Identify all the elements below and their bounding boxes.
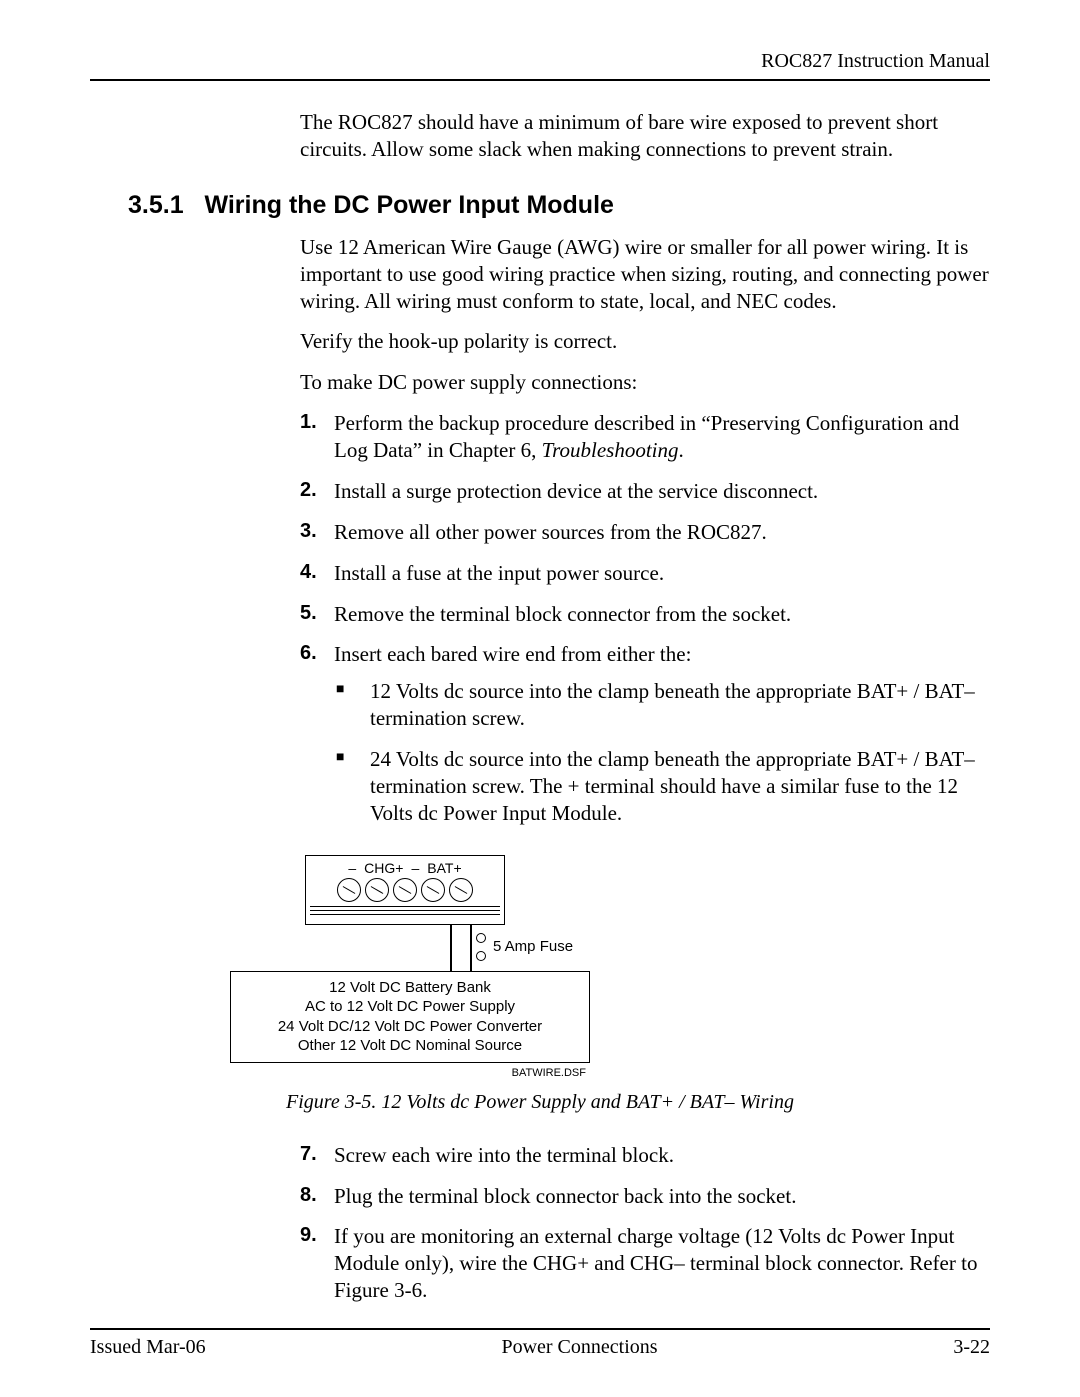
step-9: 9. If you are monitoring an external cha… <box>300 1223 990 1304</box>
footer-section: Power Connections <box>501 1336 657 1359</box>
sub-bullet-1: ■ 12 Volts dc source into the clamp bene… <box>334 678 990 732</box>
step-number: 3. <box>300 519 334 546</box>
power-source-box: 12 Volt DC Battery Bank AC to 12 Volt DC… <box>230 971 590 1063</box>
footer-issued: Issued Mar-06 <box>90 1336 206 1359</box>
step-text: Remove the terminal block connector from… <box>334 601 990 628</box>
terminal-label: BAT+ <box>427 860 461 876</box>
step-text: Install a fuse at the input power source… <box>334 560 990 587</box>
figure-caption: Figure 3-5. 12 Volts dc Power Supply and… <box>90 1091 990 1114</box>
step-7: 7. Screw each wire into the terminal blo… <box>300 1142 990 1169</box>
terminal-label: CHG+ <box>364 860 403 876</box>
section-p3: To make DC power supply connections: <box>300 369 990 396</box>
section-title: Wiring the DC Power Input Module <box>204 191 613 219</box>
screw-icon <box>393 878 417 902</box>
step-4: 4. Install a fuse at the input power sou… <box>300 560 990 587</box>
step-text: Screw each wire into the terminal block. <box>334 1142 990 1169</box>
sub-bullet-2: ■ 24 Volts dc source into the clamp bene… <box>334 746 990 827</box>
section-heading: 3.5.1 Wiring the DC Power Input Module <box>128 191 990 220</box>
header-rule <box>90 79 990 81</box>
screw-icon <box>337 878 361 902</box>
terminal-block-diagram: – CHG+ – BAT+ <box>305 855 505 925</box>
step-number: 8. <box>300 1183 334 1210</box>
terminal-label: – <box>348 860 356 876</box>
terminal-label: – <box>411 860 419 876</box>
footer-rule <box>90 1328 990 1330</box>
screw-icon <box>421 878 445 902</box>
step-number: 7. <box>300 1142 334 1169</box>
header-doc-title: ROC827 Instruction Manual <box>90 50 990 73</box>
step-8: 8. Plug the terminal block connector bac… <box>300 1183 990 1210</box>
bullet-icon: ■ <box>334 746 370 827</box>
step-5: 5. Remove the terminal block connector f… <box>300 601 990 628</box>
section-p2: Verify the hook-up polarity is correct. <box>300 328 990 355</box>
step-number: 4. <box>300 560 334 587</box>
step-text: Remove all other power sources from the … <box>334 519 990 546</box>
fuse-label: 5 Amp Fuse <box>493 938 573 955</box>
figure-source-file: BATWIRE.DSF <box>230 1067 590 1079</box>
step-text: Perform the backup procedure described i… <box>334 410 990 464</box>
step-text: Insert each bared wire end from either t… <box>334 641 990 840</box>
intro-paragraph: The ROC827 should have a minimum of bare… <box>300 109 990 163</box>
step-text: Plug the terminal block connector back i… <box>334 1183 990 1210</box>
fuse-icon <box>473 933 487 961</box>
section-number: 3.5.1 <box>128 191 184 219</box>
step-text: Install a surge protection device at the… <box>334 478 990 505</box>
figure-3-5: – CHG+ – BAT+ 5 A <box>90 855 990 1114</box>
step-number: 9. <box>300 1223 334 1304</box>
steps-list-continued: 7. Screw each wire into the terminal blo… <box>300 1142 990 1304</box>
step-number: 6. <box>300 641 334 840</box>
screw-icon <box>365 878 389 902</box>
section-p1: Use 12 American Wire Gauge (AWG) wire or… <box>300 234 990 315</box>
step-1: 1. Perform the backup procedure describe… <box>300 410 990 464</box>
bullet-icon: ■ <box>334 678 370 732</box>
step-6: 6. Insert each bared wire end from eithe… <box>300 641 990 840</box>
step-3: 3. Remove all other power sources from t… <box>300 519 990 546</box>
step-text: If you are monitoring an external charge… <box>334 1223 990 1304</box>
wire-leads: 5 Amp Fuse <box>305 925 505 971</box>
step-number: 1. <box>300 410 334 464</box>
steps-list: 1. Perform the backup procedure describe… <box>300 410 990 841</box>
step-2: 2. Install a surge protection device at … <box>300 478 990 505</box>
page-footer: Issued Mar-06 Power Connections 3-22 <box>90 1328 990 1359</box>
screw-icon <box>449 878 473 902</box>
footer-page-number: 3-22 <box>953 1336 990 1359</box>
step-number: 2. <box>300 478 334 505</box>
step-number: 5. <box>300 601 334 628</box>
step-6-sublist: ■ 12 Volts dc source into the clamp bene… <box>334 678 990 826</box>
